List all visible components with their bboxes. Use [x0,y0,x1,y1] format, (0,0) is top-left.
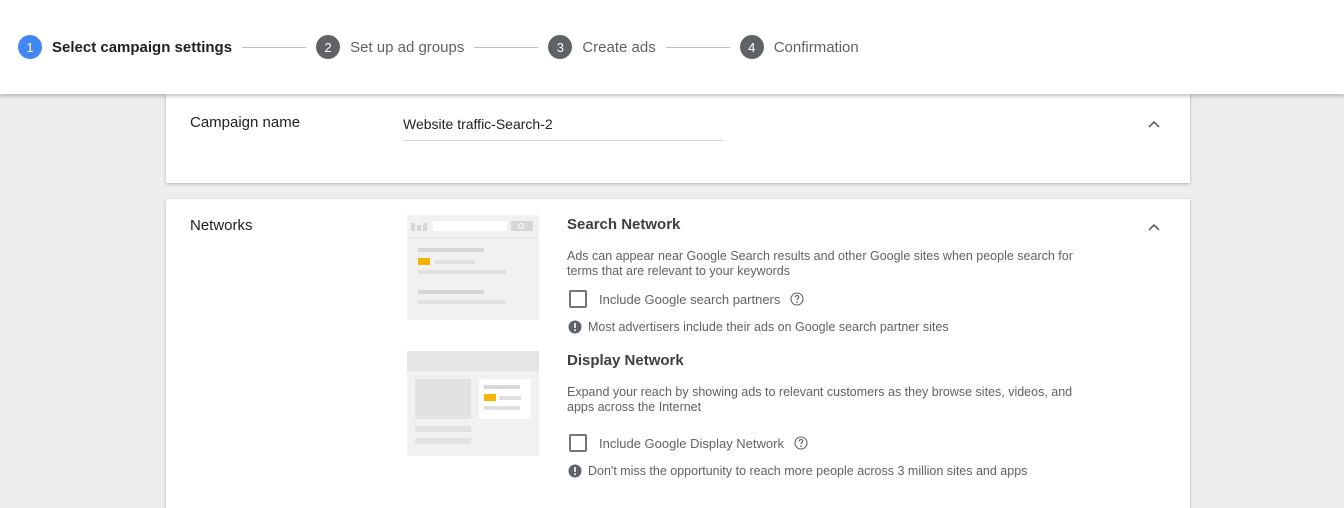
collapse-chevron-up-icon[interactable] [1144,114,1164,134]
step-confirmation[interactable]: 4 Confirmation [739,35,859,59]
step-create-ads[interactable]: 3 Create ads [548,35,656,59]
search-partners-option: Include Google search partners [569,290,804,308]
display-network-illustration [407,351,539,456]
campaign-name-card: Campaign name Website traffic-Search-2 [166,94,1190,183]
search-network-description: Ads can appear near Google Search result… [567,249,1073,278]
display-network-option: Include Google Display Network [569,434,808,452]
display-network-checkbox[interactable] [569,434,587,452]
display-network-description: Expand your reach by showing ads to rele… [567,385,1073,414]
search-network-title: Search Network [567,216,681,233]
help-icon[interactable] [794,436,808,450]
display-network-hint: Don't miss the opportunity to reach more… [568,464,1027,478]
display-network-label[interactable]: Include Google Display Network [599,436,784,451]
step-number: 1 [18,35,42,59]
step-label: Select campaign settings [52,38,233,56]
step-label: Confirmation [773,38,859,56]
display-network-title: Display Network [567,352,684,369]
search-partners-checkbox[interactable] [569,290,587,308]
step-set-up-ad-groups[interactable]: 2 Set up ad groups [316,35,464,59]
alert-icon [568,464,582,478]
networks-label: Networks [190,217,253,234]
search-partners-label[interactable]: Include Google search partners [599,292,780,307]
search-partners-hint: Most advertisers include their ads on Go… [568,320,949,334]
hint-text: Most advertisers include their ads on Go… [588,320,949,334]
step-select-campaign-settings[interactable]: 1 Select campaign settings [18,35,232,59]
campaign-name-label: Campaign name [190,114,301,131]
campaign-name-input[interactable]: Website traffic-Search-2 [403,114,723,141]
step-number: 2 [316,35,341,59]
alert-icon [568,320,582,334]
help-icon[interactable] [790,292,804,306]
step-label: Set up ad groups [350,38,465,56]
collapse-chevron-up-icon[interactable] [1144,217,1164,237]
campaign-stepper: 1 Select campaign settings 2 Set up ad g… [0,0,1344,94]
networks-card: Networks Search Network Ads can appear n… [166,199,1190,508]
step-label: Create ads [582,38,656,56]
step-number: 4 [739,35,764,59]
hint-text: Don't miss the opportunity to reach more… [588,464,1028,478]
search-network-illustration [407,215,539,320]
step-number: 3 [548,35,573,59]
step-connector [242,46,307,48]
step-connector [474,46,539,48]
step-connector [665,46,730,48]
